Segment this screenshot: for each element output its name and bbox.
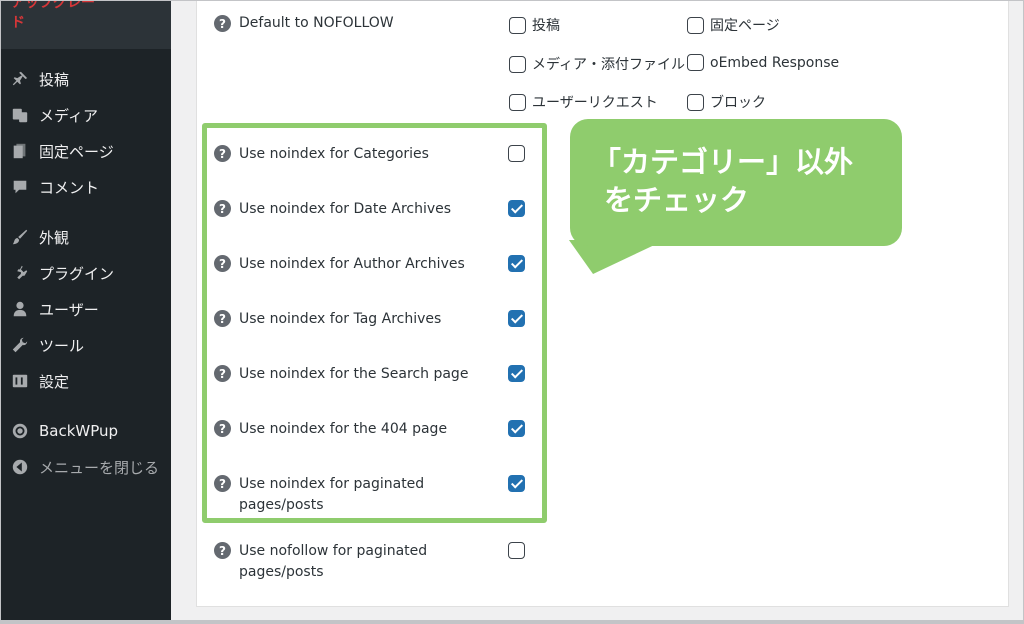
nofollow-option-user-request[interactable]: ユーザーリクエスト — [509, 92, 658, 112]
help-icon[interactable]: ? — [214, 475, 231, 492]
help-icon[interactable]: ? — [214, 420, 231, 437]
menu-separator — [1, 399, 171, 413]
sidebar-item-users[interactable]: ユーザー — [1, 291, 171, 327]
user-icon — [9, 298, 31, 320]
callout-line2: をチェック — [604, 183, 750, 217]
sidebar-item-label: 設定 — [39, 372, 70, 391]
noindex-tag-archives-checkbox[interactable] — [508, 310, 525, 327]
sidebar-item-backwpup[interactable]: BackWPup — [1, 413, 171, 449]
setting-label: Use noindex for paginated pages/posts — [239, 476, 425, 513]
menu-separator — [1, 205, 171, 219]
sidebar-item-label: メディア — [39, 106, 98, 125]
sidebar-item-label: BackWPup — [39, 422, 119, 440]
sidebar-item-tools[interactable]: ツール — [1, 327, 171, 363]
sidebar-item-label: 固定ページ — [39, 142, 114, 161]
nofollow-paginated-checkbox[interactable] — [508, 542, 525, 559]
help-icon[interactable]: ? — [214, 15, 231, 32]
collapse-menu-button[interactable]: メニューを閉じる — [1, 449, 171, 485]
noindex-search-page-checkbox[interactable] — [508, 365, 525, 382]
setting-label: Use noindex for the 404 page — [239, 421, 448, 437]
sidebar-plugin-notice[interactable]: アップグレー ド — [1, 1, 171, 49]
sidebar-item-label: ツール — [39, 336, 85, 355]
settings-panel: ? Default to NOFOLLOW 投稿 固定ページ メディア・添付ファ… — [196, 1, 1009, 607]
page-icon — [9, 140, 31, 162]
sidebar-notice-line1: アップグレー — [11, 1, 95, 11]
nofollow-option-media[interactable]: メディア・添付ファイル — [509, 54, 685, 74]
checkbox[interactable] — [687, 93, 704, 111]
nofollow-option-block[interactable]: ブロック — [687, 92, 766, 112]
sidebar-item-settings[interactable]: 設定 — [1, 363, 171, 399]
sidebar-item-plugins[interactable]: プラグイン — [1, 255, 171, 291]
help-icon[interactable]: ? — [214, 542, 231, 559]
checkbox[interactable] — [509, 55, 526, 73]
admin-sidebar: アップグレー ド 投稿 メディア 固定ページ コメント 外観 プラグイン ユーザ… — [1, 1, 171, 620]
sidebar-item-label: メニューを閉じる — [39, 458, 160, 477]
sidebar-item-label: コメント — [39, 178, 100, 197]
checkbox[interactable] — [509, 93, 526, 111]
sidebar-item-label: 投稿 — [39, 70, 70, 89]
sidebar-item-comments[interactable]: コメント — [1, 169, 171, 205]
wrench-icon — [9, 334, 31, 356]
nofollow-label: Default to NOFOLLOW — [239, 15, 394, 31]
sidebar-item-label: ユーザー — [39, 300, 99, 319]
noindex-categories-checkbox[interactable] — [508, 145, 525, 162]
collapse-icon — [9, 456, 31, 478]
callout-line1: 「カテゴリー」以外 — [592, 145, 854, 179]
checkbox[interactable] — [687, 54, 704, 71]
media-icon — [9, 104, 31, 126]
option-label: oEmbed Response — [710, 54, 840, 71]
paintbrush-icon — [9, 226, 31, 248]
nofollow-option-pages[interactable]: 固定ページ — [687, 15, 780, 35]
help-icon[interactable]: ? — [214, 200, 231, 217]
setting-label: Use noindex for Author Archives — [239, 256, 465, 272]
callout-bubble: 「カテゴリー」以外 をチェック — [570, 119, 902, 246]
sidebar-item-pages[interactable]: 固定ページ — [1, 133, 171, 169]
plugin-icon — [9, 262, 31, 284]
option-label: 固定ページ — [710, 18, 780, 34]
sidebar-item-posts[interactable]: 投稿 — [1, 61, 171, 97]
backwpup-icon — [9, 420, 31, 442]
nofollow-option-oembed[interactable]: oEmbed Response — [687, 54, 839, 71]
noindex-author-archives-checkbox[interactable] — [508, 255, 525, 272]
sidebar-item-media[interactable]: メディア — [1, 97, 171, 133]
comment-icon — [9, 176, 31, 198]
option-label: 投稿 — [532, 18, 560, 34]
option-label: ユーザーリクエスト — [532, 95, 658, 111]
checkbox[interactable] — [687, 16, 704, 34]
noindex-404-page-checkbox[interactable] — [508, 420, 525, 437]
pin-icon — [9, 68, 31, 90]
sidebar-item-appearance[interactable]: 外観 — [1, 219, 171, 255]
setting-label: Use noindex for Categories — [239, 146, 429, 162]
help-icon[interactable]: ? — [214, 255, 231, 272]
help-icon[interactable]: ? — [214, 365, 231, 382]
nofollow-option-posts[interactable]: 投稿 — [509, 15, 560, 35]
setting-label: Use noindex for Tag Archives — [239, 311, 442, 327]
sidebar-item-label: 外観 — [39, 228, 70, 247]
setting-label: Use noindex for the Search page — [239, 366, 469, 382]
setting-label: Use nofollow for paginated pages/posts — [239, 543, 428, 580]
settings-icon — [9, 370, 31, 392]
noindex-date-archives-checkbox[interactable] — [508, 200, 525, 217]
noindex-paginated-checkbox[interactable] — [508, 475, 525, 492]
checkbox[interactable] — [509, 16, 526, 34]
sidebar-item-label: プラグイン — [39, 264, 115, 283]
option-label: メディア・添付ファイル — [532, 57, 686, 73]
sidebar-notice-line2: ド — [11, 15, 25, 31]
help-icon[interactable]: ? — [214, 145, 231, 162]
option-label: ブロック — [710, 95, 766, 111]
setting-label: Use noindex for Date Archives — [239, 201, 452, 217]
help-icon[interactable]: ? — [214, 310, 231, 327]
